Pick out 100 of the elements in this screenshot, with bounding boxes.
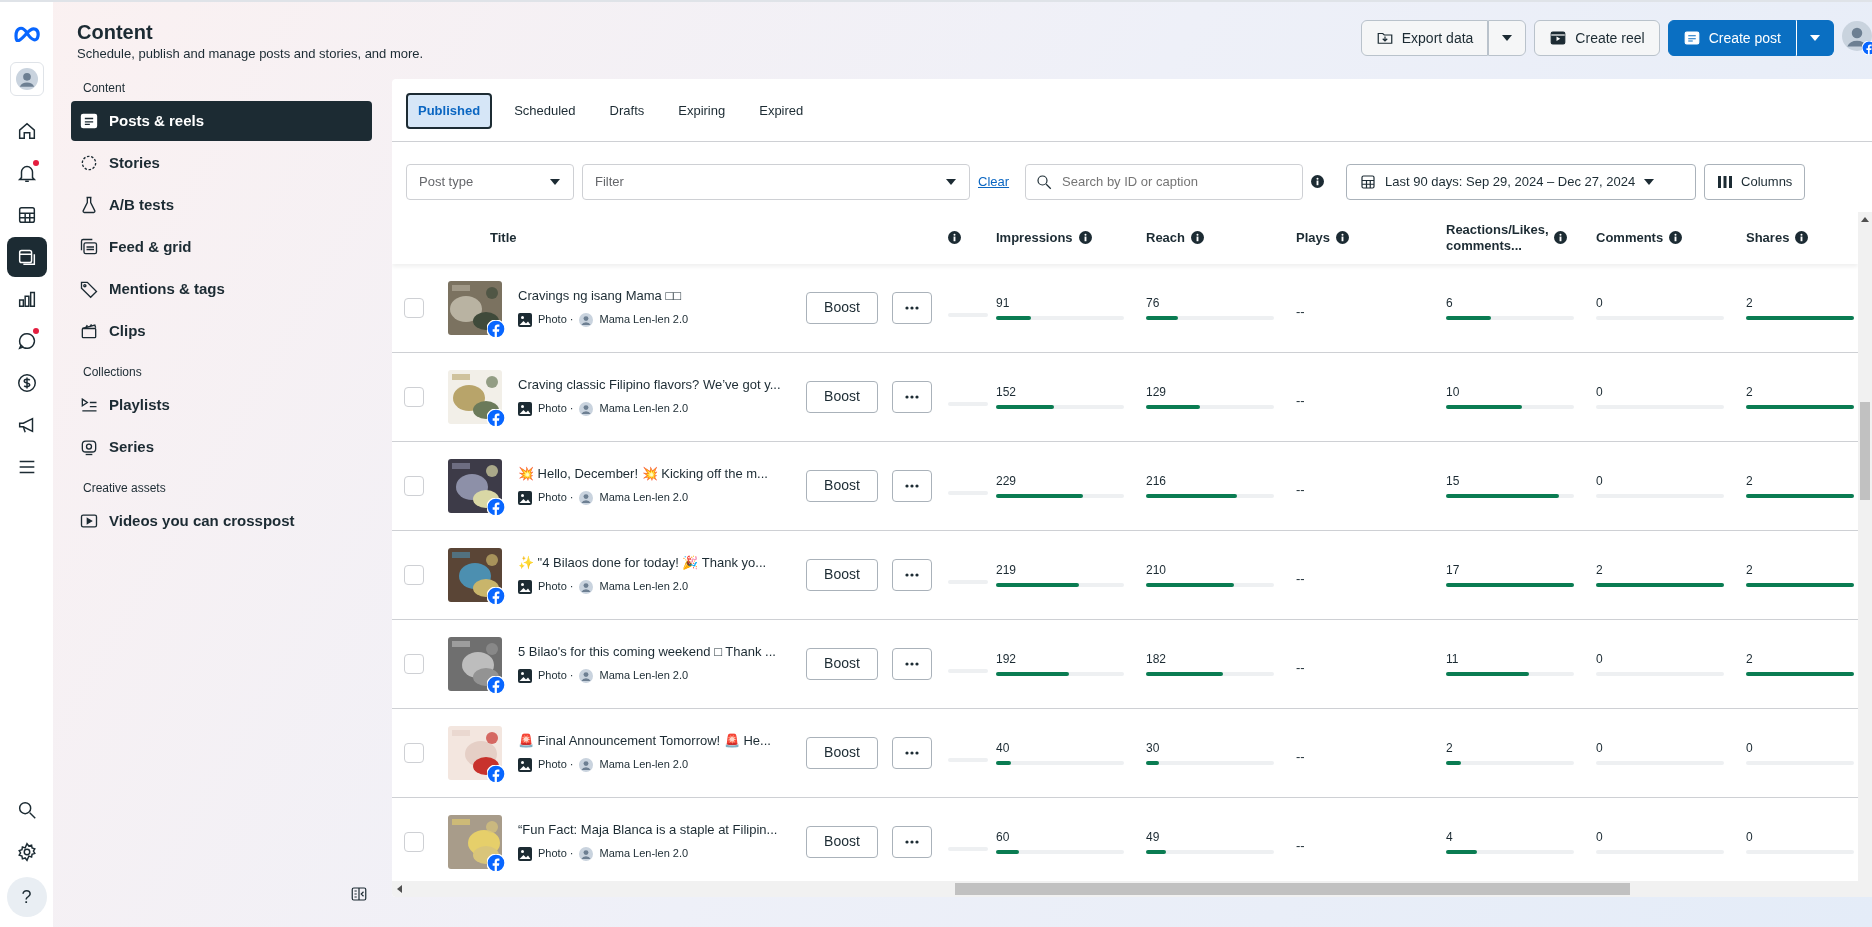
- row-checkbox[interactable]: [404, 564, 424, 585]
- sidebar-item[interactable]: Stories: [71, 143, 372, 183]
- boost-button[interactable]: Boost: [806, 558, 878, 591]
- info-icon: [948, 231, 961, 244]
- facebook-icon: [487, 408, 505, 427]
- facebook-icon: [487, 764, 505, 783]
- post-caption[interactable]: Craving classic Filipino flavors? We’ve got y...: [518, 376, 806, 395]
- tab[interactable]: Expired: [747, 93, 816, 129]
- column-header[interactable]: Impressions: [996, 227, 1073, 248]
- boost-button[interactable]: Boost: [806, 647, 878, 680]
- document-icon: [79, 111, 99, 131]
- collapse-panel-icon[interactable]: [350, 885, 368, 903]
- tab[interactable]: Expiring: [666, 93, 738, 129]
- more-button[interactable]: [892, 380, 932, 413]
- more-button[interactable]: [892, 647, 932, 680]
- horizontal-scrollbar[interactable]: [392, 881, 1858, 897]
- columns-button[interactable]: Columns: [1704, 163, 1806, 200]
- filter-dropdown[interactable]: Filter: [582, 163, 970, 200]
- more-button[interactable]: [892, 558, 932, 591]
- metric-value: 2: [1746, 473, 1754, 489]
- sidebar-item[interactable]: Posts & reels: [71, 101, 372, 141]
- clear-link[interactable]: Clear: [978, 171, 1010, 192]
- clapperboard-icon: [1549, 29, 1568, 47]
- more-icon: [905, 305, 919, 310]
- column-header[interactable]: Comments: [1596, 227, 1664, 248]
- boost-button[interactable]: Boost: [806, 736, 878, 769]
- cards-icon: [79, 237, 99, 257]
- tab[interactable]: Drafts: [597, 93, 657, 129]
- row-checkbox[interactable]: [404, 831, 424, 852]
- row-checkbox[interactable]: [404, 742, 424, 763]
- vertical-scrollbar[interactable]: [1858, 211, 1872, 897]
- page-name: Mama Len-len 2.0: [599, 490, 689, 506]
- export-button[interactable]: Export data: [1360, 20, 1489, 56]
- more-button[interactable]: [892, 736, 932, 769]
- help-button[interactable]: ?: [6, 877, 47, 917]
- sidebar-item[interactable]: Videos you can crosspost: [71, 501, 372, 541]
- dropdown-button[interactable]: [1796, 20, 1834, 56]
- sidebar-item[interactable]: Mentions & tags: [71, 269, 372, 309]
- post-caption[interactable]: 💥 Hello, December! 💥 Kicking off the m...: [518, 465, 806, 484]
- metric-value: 0: [1596, 473, 1604, 489]
- column-header[interactable]: Plays: [1296, 227, 1330, 248]
- metric-value: 0: [1596, 740, 1604, 756]
- photo-icon: [518, 757, 532, 772]
- row-checkbox[interactable]: [404, 475, 424, 496]
- post-button[interactable]: Create post: [1667, 20, 1796, 56]
- post-caption[interactable]: Cravings ng isang Mama □□: [518, 287, 806, 306]
- column-header[interactable]: Shares: [1746, 227, 1790, 248]
- dropdown-button[interactable]: [1488, 20, 1527, 56]
- metric-value: --: [1296, 302, 1306, 321]
- nav-button[interactable]: [6, 237, 47, 277]
- info-icon: [1311, 175, 1325, 188]
- scrollbar-thumb[interactable]: [1860, 401, 1870, 500]
- more-button[interactable]: [892, 291, 932, 324]
- metric-value: 76: [1146, 295, 1161, 311]
- tab[interactable]: Scheduled: [502, 93, 588, 129]
- reel-button[interactable]: Create reel: [1534, 20, 1660, 56]
- post-caption[interactable]: 🚨 Final Announcement Tomorrow! 🚨 He...: [518, 732, 806, 751]
- boost-button[interactable]: Boost: [806, 825, 878, 858]
- sidebar-item[interactable]: Series: [71, 427, 372, 467]
- caret-icon: [549, 177, 561, 186]
- section-heading: Creative assets: [83, 480, 167, 497]
- post-caption[interactable]: ✨ "4 Bilaos done for today! 🎉 Thank yo...: [518, 554, 806, 573]
- account-switcher[interactable]: [9, 62, 44, 96]
- boost-button[interactable]: Boost: [806, 380, 878, 413]
- post-caption[interactable]: “Fun Fact: Maja Blanca is a staple at Filipin...: [518, 821, 806, 840]
- tab[interactable]: Published: [406, 93, 493, 129]
- column-header[interactable]: Reach: [1146, 227, 1186, 248]
- scrollbar-thumb[interactable]: [955, 883, 1630, 895]
- page-name: Mama Len-len 2.0: [599, 846, 689, 862]
- row-checkbox[interactable]: [404, 297, 424, 318]
- avatar-icon: [579, 401, 594, 416]
- more-button[interactable]: [892, 825, 932, 858]
- date-range-button[interactable]: Last 90 days: Sep 29, 2024 – Dec 27, 2024: [1346, 163, 1697, 200]
- search-field[interactable]: Search by ID or caption: [1025, 163, 1304, 200]
- post-type-dropdown[interactable]: Post type: [406, 163, 574, 200]
- boost-button[interactable]: Boost: [806, 291, 878, 324]
- sidebar-item[interactable]: Feed & grid: [71, 227, 372, 267]
- sidebar-item[interactable]: A/B tests: [71, 185, 372, 225]
- photo-icon: [518, 490, 532, 505]
- column-header[interactable]: Title: [490, 227, 517, 248]
- avatar-icon: [15, 68, 38, 90]
- post-caption[interactable]: 5 Bilao's for this coming weekend □ Thank ...: [518, 643, 806, 662]
- sidebar-item[interactable]: Clips: [71, 311, 372, 351]
- info-icon: [1078, 231, 1092, 244]
- sidebar-item[interactable]: Playlists: [71, 385, 372, 425]
- metric-value: 0: [1746, 829, 1754, 845]
- metric-value: 210: [1146, 562, 1168, 578]
- document-icon: [1682, 29, 1701, 47]
- boost-button[interactable]: Boost: [806, 469, 878, 502]
- metric-value: 2: [1746, 384, 1754, 400]
- row-checkbox[interactable]: [404, 386, 424, 407]
- post-type: Photo ·: [538, 579, 574, 595]
- playlist-icon: [79, 395, 99, 415]
- post-type: Photo ·: [538, 757, 574, 773]
- row-checkbox[interactable]: [404, 653, 424, 674]
- metric-value: 152: [996, 384, 1018, 400]
- profile-avatar[interactable]: [1842, 21, 1872, 55]
- more-button[interactable]: [892, 469, 932, 502]
- metric-value: --: [1296, 569, 1306, 588]
- column-header[interactable]: Reactions/Likes, comments...: [1446, 221, 1548, 254]
